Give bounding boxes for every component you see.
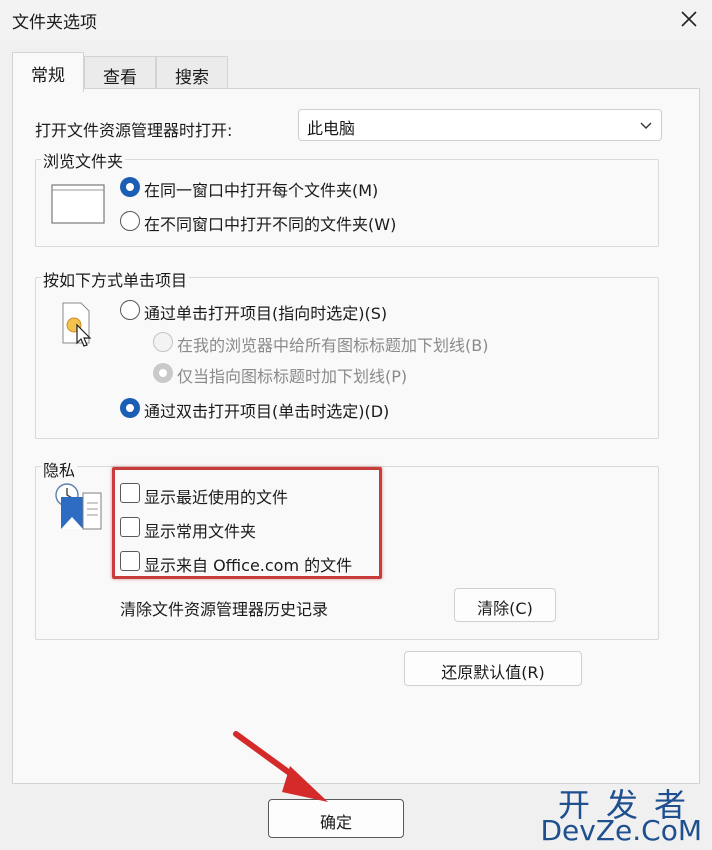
- click-items-title: 按如下方式单击项目: [41, 267, 190, 291]
- tab-general[interactable]: 常规: [12, 52, 84, 92]
- close-icon: [681, 11, 697, 27]
- title-bar: 文件夹选项: [0, 0, 712, 40]
- radio-new-window[interactable]: [120, 211, 140, 231]
- open-explorer-label: 打开文件资源管理器时打开:: [35, 121, 233, 140]
- radio-single-click[interactable]: [120, 300, 140, 320]
- underline-always-label: 在我的浏览器中给所有图标标题加下划线(B): [177, 336, 489, 355]
- underline-hover-label: 仅当指向图标标题时加下划线(P): [177, 367, 408, 386]
- privacy-title: 隐私: [41, 457, 78, 481]
- window-title: 文件夹选项: [12, 13, 97, 33]
- open-explorer-value: 此电脑: [307, 119, 356, 138]
- chevron-down-icon: [640, 122, 652, 129]
- watermark-en: DevZe.CoM: [540, 814, 702, 847]
- privacy-icon: [55, 483, 102, 530]
- clear-history-label: 清除文件资源管理器历史记录: [120, 600, 329, 619]
- single-click-label: 通过单击打开项目(指向时选定)(S): [144, 304, 388, 323]
- radio-underline-hover[interactable]: [153, 363, 173, 383]
- same-window-label: 在同一窗口中打开每个文件夹(M): [144, 181, 379, 200]
- watermark: 开发者 DevZe.CoM: [540, 780, 702, 847]
- clear-button[interactable]: 清除(C): [454, 588, 556, 622]
- tab-search[interactable]: 搜索: [156, 56, 228, 90]
- double-click-label: 通过双击打开项目(单击时选定)(D): [144, 402, 390, 421]
- close-button[interactable]: [674, 4, 704, 34]
- browse-folders-title: 浏览文件夹: [41, 148, 126, 172]
- radio-underline-always[interactable]: [153, 332, 173, 352]
- restore-defaults-button[interactable]: 还原默认值(R): [404, 651, 582, 686]
- arrow-annotation: [233, 731, 328, 802]
- general-panel: 打开文件资源管理器时打开: 此电脑 浏览文件夹 在同一窗口中打开每个文件夹(M)…: [12, 88, 700, 784]
- new-window-label: 在不同窗口中打开不同的文件夹(W): [144, 215, 397, 234]
- open-explorer-select[interactable]: 此电脑: [298, 109, 662, 141]
- tab-view[interactable]: 查看: [84, 56, 156, 90]
- radio-double-click[interactable]: [120, 398, 140, 418]
- window-icon: [51, 184, 105, 224]
- radio-same-window[interactable]: [120, 177, 140, 197]
- highlight-box: [112, 467, 382, 579]
- single-click-icon: [62, 302, 92, 347]
